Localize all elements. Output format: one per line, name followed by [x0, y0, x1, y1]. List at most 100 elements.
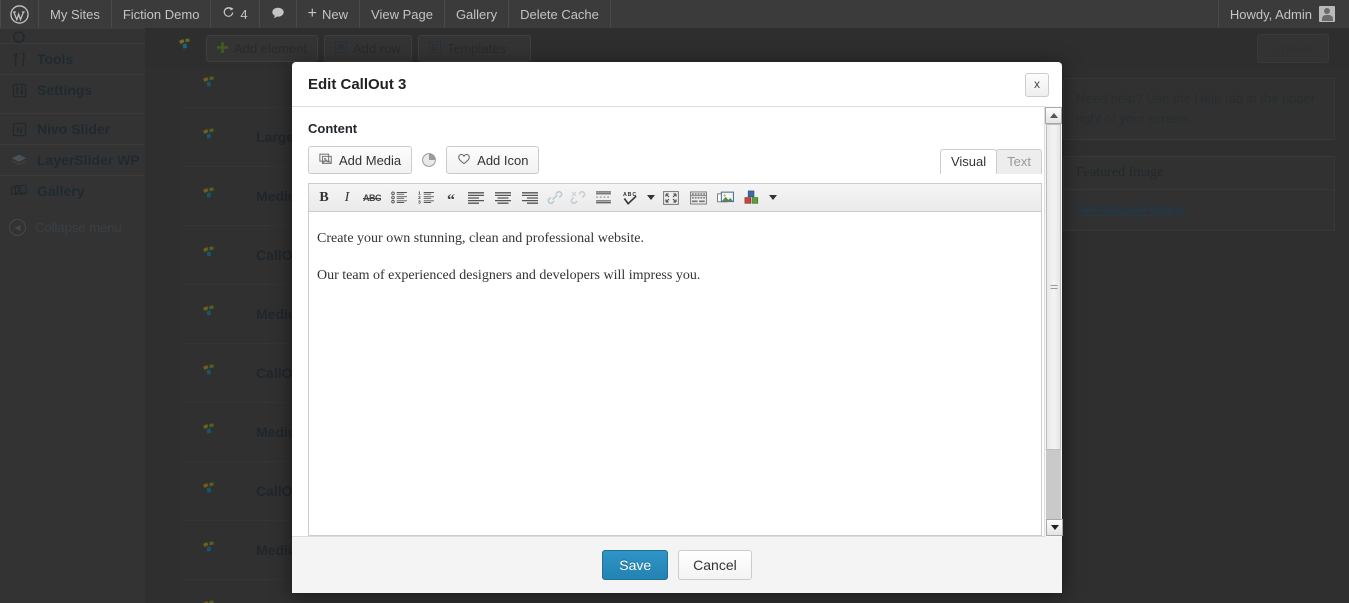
featured-image-box: Featured Image Set featured image: [1063, 156, 1335, 231]
adminbar-item-new[interactable]: + New: [297, 0, 361, 28]
adminbar-item-gallery[interactable]: Gallery: [445, 0, 510, 28]
set-featured-image-link[interactable]: Set featured image: [1076, 202, 1186, 217]
sidebar-item-label: Gallery: [37, 183, 85, 199]
editor-mode-tabs: Visual Text: [939, 149, 1042, 174]
admin-sidebar-menu: Tools Settings N Nivo Slider LayerSlider…: [0, 28, 145, 603]
unlink-icon[interactable]: [567, 187, 589, 208]
tools-icon: [9, 49, 29, 69]
shortcode-blocks-icon[interactable]: [739, 187, 765, 208]
sidebar-item-tools[interactable]: Tools: [0, 43, 145, 74]
adminbar-item-my-sites[interactable]: My Sites: [39, 0, 112, 28]
align-center-icon[interactable]: [490, 187, 516, 208]
comment-bubble-icon: [271, 6, 285, 23]
sidebar-item-settings[interactable]: Settings: [0, 74, 145, 105]
scroll-down-arrow-icon[interactable]: [1046, 519, 1063, 536]
templates-icon: [428, 40, 441, 56]
element-logo-icon: [202, 187, 218, 205]
sidebar-item-nivo-slider[interactable]: N Nivo Slider: [0, 113, 145, 144]
align-left-icon[interactable]: [463, 187, 489, 208]
modal-title: Edit CallOut 3: [308, 75, 407, 93]
adminbar-my-account[interactable]: Howdy, Admin: [1217, 0, 1349, 28]
add-icon-button[interactable]: Add Icon: [446, 146, 540, 174]
insert-more-tag-icon[interactable]: [590, 187, 616, 208]
tab-visual[interactable]: Visual: [939, 149, 998, 174]
adminbar-item-delete-cache[interactable]: Delete Cache: [509, 0, 611, 28]
update-button[interactable]: Update: [1257, 33, 1329, 63]
cancel-button[interactable]: Cancel: [678, 550, 752, 580]
chevron-down-icon: [511, 46, 520, 50]
italic-icon[interactable]: I: [336, 187, 358, 208]
howdy-label: Howdy, Admin: [1229, 6, 1312, 22]
content-label: Content: [308, 121, 358, 136]
sidebar-item-layerslider-wp[interactable]: LayerSlider WP: [0, 144, 145, 175]
add-media-button[interactable]: Add Media: [308, 146, 413, 174]
plugins-icon: [9, 29, 29, 43]
close-icon[interactable]: x: [1025, 73, 1049, 97]
sidebar-item-label: Tools: [37, 51, 74, 67]
scrollbar-thumb[interactable]: [1046, 124, 1061, 450]
adminbar-item-updates[interactable]: 4: [211, 0, 260, 28]
edit-element-modal: Edit CallOut 3 x Content Add Media Add I…: [292, 62, 1063, 593]
modal-body: Content Add Media Add Icon Visual Text B…: [292, 107, 1062, 536]
insert-image-icon[interactable]: [712, 187, 738, 208]
kitchen-sink-icon[interactable]: [685, 187, 711, 208]
update-label: Update: [1272, 40, 1314, 56]
plus-green-icon: [217, 41, 228, 56]
pagebuilder-logo-icon: [178, 38, 194, 58]
plus-icon: +: [307, 5, 317, 22]
spellcheck-icon[interactable]: ABC: [617, 187, 643, 208]
adminbar-item-view-page[interactable]: View Page: [360, 0, 445, 28]
adminbar-item-comments[interactable]: [260, 0, 297, 28]
editor-content-area[interactable]: Create your own stunning, clean and prof…: [309, 212, 1041, 286]
screen: My Sites Fiction Demo 4 + New View Page …: [0, 0, 1349, 603]
add-media-label: Add Media: [339, 152, 402, 168]
collapse-menu-button[interactable]: ◀ Collapse menu: [0, 212, 145, 242]
element-logo-icon: [202, 364, 218, 382]
element-logo-icon: [202, 423, 218, 441]
wordpress-logo-icon[interactable]: [0, 0, 39, 28]
scrollbar-track[interactable]: [1046, 124, 1061, 519]
layerslider-icon: [9, 150, 29, 170]
adminbar-spacer: [611, 0, 1218, 28]
add-element-button[interactable]: Add element: [206, 34, 318, 62]
insert-link-icon[interactable]: [544, 187, 566, 208]
meta-column: Need help? Use the Help tab in the upper…: [1063, 78, 1335, 247]
heart-icon: [457, 152, 471, 168]
add-row-button[interactable]: Add row: [324, 34, 412, 62]
blockquote-icon[interactable]: “: [440, 187, 462, 208]
templates-button[interactable]: Templates: [417, 34, 531, 62]
sidebar-item-label: Settings: [37, 82, 93, 98]
scroll-up-arrow-icon[interactable]: [1045, 107, 1062, 124]
svg-text:N: N: [16, 125, 22, 134]
media-buttons-row: Add Media Add Icon: [308, 146, 1042, 174]
featured-image-body: Set featured image: [1064, 190, 1334, 230]
editor-toolbar: B I ABC 1 2 3 “ ABC: [309, 184, 1041, 212]
strikethrough-icon[interactable]: ABC: [359, 187, 385, 208]
sidebar-item-partial-above[interactable]: [0, 28, 145, 43]
adminbar-label: Gallery: [455, 6, 498, 22]
row-icon: [335, 40, 347, 56]
adminbar-item-site-name[interactable]: Fiction Demo: [112, 0, 212, 28]
save-button[interactable]: Save: [602, 550, 669, 580]
modal-footer: Save Cancel: [292, 536, 1062, 593]
collapse-menu-label: Collapse menu: [35, 219, 122, 235]
tab-text[interactable]: Text: [996, 149, 1042, 174]
editor-paragraph: Create your own stunning, clean and prof…: [317, 231, 644, 246]
sidebar-item-label: LayerSlider WP: [37, 152, 140, 168]
adminbar-label: View Page: [371, 6, 433, 22]
element-logo-icon: [202, 128, 218, 146]
fullscreen-icon[interactable]: [658, 187, 684, 208]
ordered-list-icon[interactable]: 1 2 3: [413, 187, 439, 208]
bold-icon[interactable]: B: [313, 187, 335, 208]
pie-chart-icon[interactable]: [421, 152, 437, 168]
align-right-icon[interactable]: [517, 187, 543, 208]
sidebar-item-gallery[interactable]: Gallery: [0, 175, 145, 206]
spellcheck-caret-icon[interactable]: [644, 195, 657, 200]
unordered-list-icon[interactable]: [386, 187, 412, 208]
templates-label: Templates: [446, 40, 506, 56]
adminbar-label: Delete Cache: [520, 6, 599, 22]
shortcode-caret-icon[interactable]: [766, 195, 779, 200]
element-logo-icon: [202, 76, 218, 94]
adminbar-label: Fiction Demo: [122, 6, 200, 22]
modal-scrollbar[interactable]: [1044, 106, 1063, 537]
